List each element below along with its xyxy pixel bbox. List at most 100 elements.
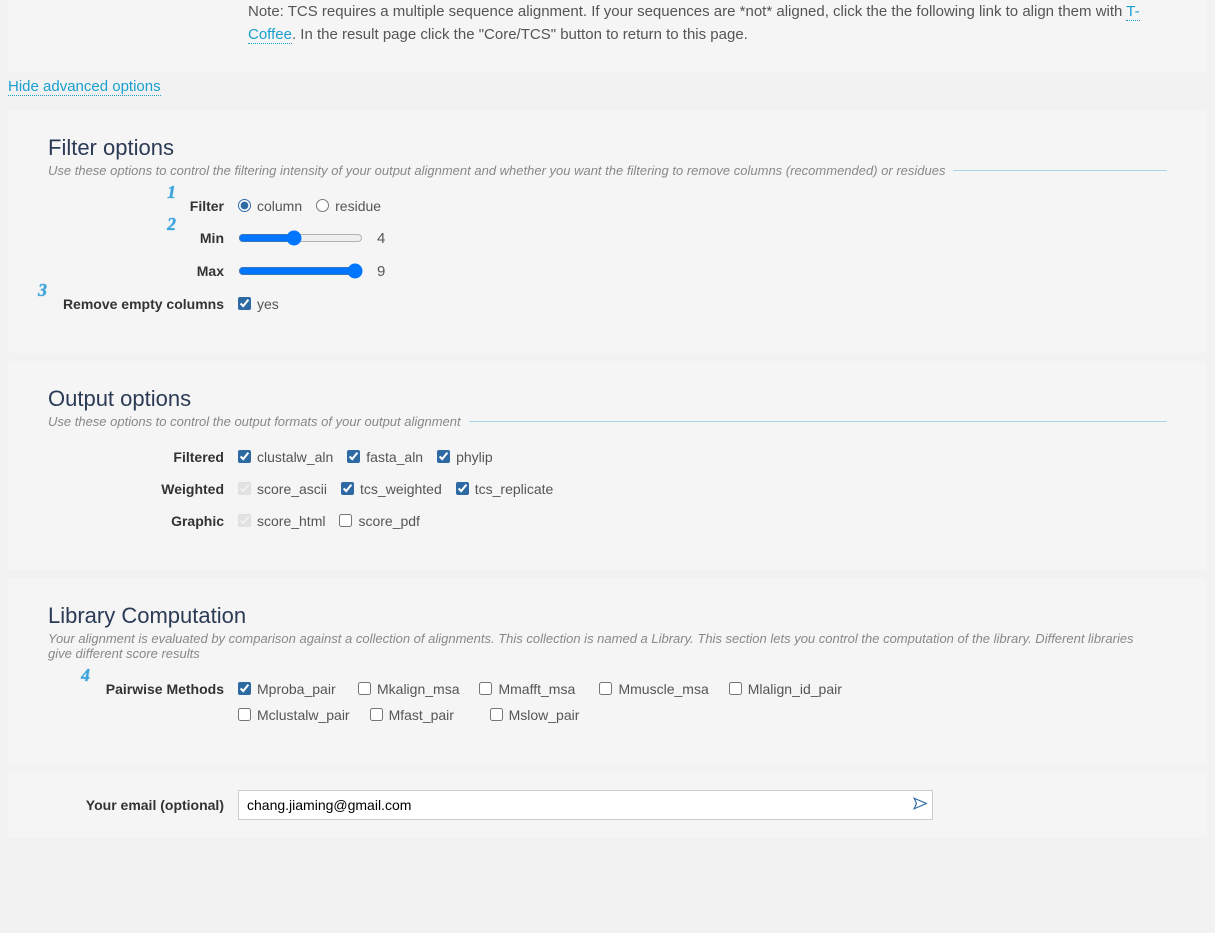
step-1: 1 [167,182,176,203]
step-2: 2 [167,214,176,235]
chk-score-ascii-label: score_ascii [257,481,327,497]
pairwise-label: Pairwise Methods [48,681,238,697]
chk-mfast-input[interactable] [370,708,383,721]
step-4: 4 [81,665,90,686]
chk-fasta[interactable]: fasta_aln [347,449,423,465]
library-desc: Your alignment is evaluated by compariso… [48,631,1159,661]
filter-label: Filter [48,198,238,214]
chk-score-ascii-input[interactable] [238,482,251,495]
note-suffix: . In the result page click the "Core/TCS… [292,26,748,43]
remove-yes-input[interactable] [238,297,251,310]
filter-desc-row: Use these options to control the filteri… [48,163,1167,178]
chk-mslow-input[interactable] [490,708,503,721]
chk-mslow[interactable]: Mslow_pair [490,707,590,723]
chk-score-pdf[interactable]: score_pdf [339,513,419,529]
graphic-label: Graphic [48,513,238,529]
chk-mfast[interactable]: Mfast_pair [370,707,470,723]
library-panel: Library Computation Your alignment is ev… [8,578,1207,764]
chk-fasta-input[interactable] [347,450,360,463]
chk-tcs-replicate-input[interactable] [456,482,469,495]
note-text: Note: TCS requires a multiple sequence a… [248,0,1167,47]
chk-mclustalw-label: Mclustalw_pair [257,707,350,723]
chk-score-pdf-input[interactable] [339,514,352,527]
chk-clustalw-input[interactable] [238,450,251,463]
chk-mmuscle-input[interactable] [599,682,612,695]
chk-phylip-label: phylip [456,449,493,465]
weighted-row: Weighted score_ascii tcs_weighted tcs_re… [48,481,1167,497]
step-3: 3 [38,280,47,301]
chk-mmuscle[interactable]: Mmuscle_msa [599,681,708,697]
chk-tcs-weighted-label: tcs_weighted [360,481,442,497]
chk-mlalign-input[interactable] [729,682,742,695]
chk-mmafft[interactable]: Mmafft_msa [479,681,579,697]
chk-tcs-weighted[interactable]: tcs_weighted [341,481,442,497]
library-desc-row: Your alignment is evaluated by compariso… [48,631,1167,661]
chk-score-ascii[interactable]: score_ascii [238,481,327,497]
chk-phylip[interactable]: phylip [437,449,493,465]
chk-mmuscle-label: Mmuscle_msa [618,681,708,697]
chk-mkalign-input[interactable] [358,682,371,695]
min-row: 2 Min 4 [48,230,1167,247]
min-value: 4 [377,230,385,247]
library-title: Library Computation [48,603,1167,629]
chk-mfast-label: Mfast_pair [389,707,454,723]
filter-options-panel: Filter options Use these options to cont… [8,110,1207,353]
filter-title: Filter options [48,135,1167,161]
max-label: Max [48,263,238,279]
chk-mmafft-input[interactable] [479,682,492,695]
divider [953,170,1167,171]
email-panel: Your email (optional) [8,772,1207,838]
filter-row: 1 Filter column residue [48,198,1167,214]
output-desc-row: Use these options to control the output … [48,414,1167,429]
chk-tcs-replicate[interactable]: tcs_replicate [456,481,554,497]
chk-mclustalw[interactable]: Mclustalw_pair [238,707,350,723]
radio-column-label: column [257,198,302,214]
chk-mmafft-label: Mmafft_msa [498,681,575,697]
chk-mproba-label: Mproba_pair [257,681,336,697]
output-options-panel: Output options Use these options to cont… [8,361,1207,570]
remove-yes[interactable]: yes [238,296,279,312]
chk-score-html-label: score_html [257,513,325,529]
chk-mproba[interactable]: Mproba_pair [238,681,338,697]
output-title: Output options [48,386,1167,412]
chk-mlalign[interactable]: Mlalign_id_pair [729,681,842,697]
chk-mlalign-label: Mlalign_id_pair [748,681,842,697]
pairwise-row: 4 Pairwise Methods Mproba_pair Mkalign_m… [48,681,1167,723]
chk-mslow-label: Mslow_pair [509,707,580,723]
max-slider[interactable] [238,263,363,279]
radio-column-input[interactable] [238,199,251,212]
email-input[interactable] [238,790,933,820]
chk-mkalign-label: Mkalign_msa [377,681,459,697]
chk-mclustalw-input[interactable] [238,708,251,721]
remove-label: Remove empty columns [48,296,238,312]
filtered-row: Filtered clustalw_aln fasta_aln phylip [48,449,1167,465]
min-slider[interactable] [238,230,363,246]
filtered-label: Filtered [48,449,238,465]
weighted-label: Weighted [48,481,238,497]
max-row: Max 9 [48,263,1167,280]
remove-row: 3 Remove empty columns yes [48,296,1167,312]
hide-advanced-link[interactable]: Hide advanced options [8,78,161,96]
chk-tcs-replicate-label: tcs_replicate [475,481,554,497]
note-panel: Note: TCS requires a multiple sequence a… [8,0,1207,72]
output-desc: Use these options to control the output … [48,414,461,429]
chk-mproba-input[interactable] [238,682,251,695]
min-label: Min [48,230,238,246]
chk-clustalw[interactable]: clustalw_aln [238,449,333,465]
chk-score-html[interactable]: score_html [238,513,325,529]
chk-mkalign[interactable]: Mkalign_msa [358,681,459,697]
max-value: 9 [377,263,385,280]
chk-fasta-label: fasta_aln [366,449,423,465]
chk-score-html-input[interactable] [238,514,251,527]
radio-residue[interactable]: residue [316,198,381,214]
radio-column[interactable]: column [238,198,302,214]
graphic-row: Graphic score_html score_pdf [48,513,1167,529]
radio-residue-label: residue [335,198,381,214]
chk-tcs-weighted-input[interactable] [341,482,354,495]
note-prefix: Note: TCS requires a multiple sequence a… [248,3,1126,20]
chk-score-pdf-label: score_pdf [358,513,419,529]
email-label: Your email (optional) [48,797,238,813]
radio-residue-input[interactable] [316,199,329,212]
chk-phylip-input[interactable] [437,450,450,463]
divider [469,421,1167,422]
